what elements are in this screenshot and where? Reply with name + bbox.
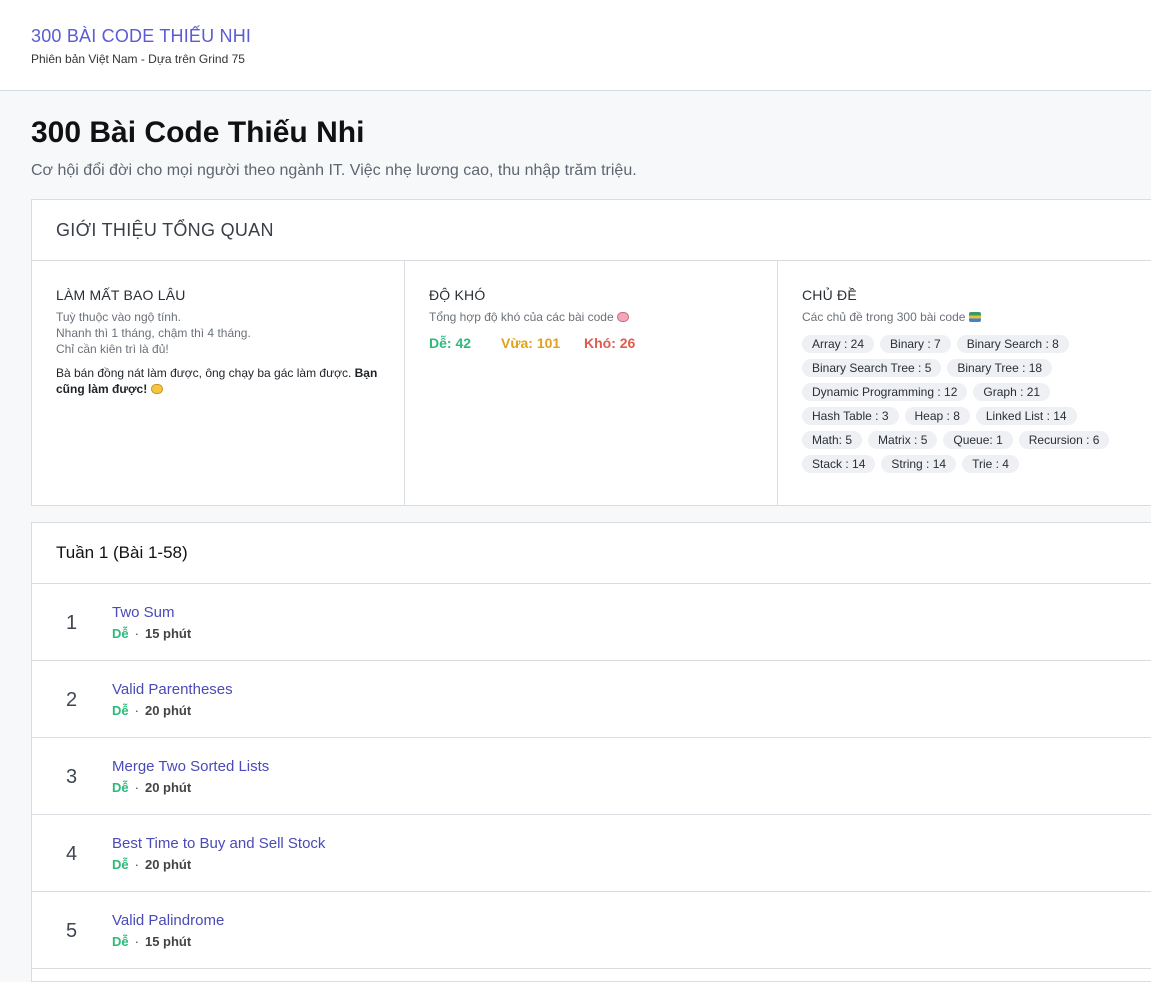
duration-line: Chỉ cần kiên trì là đủ!: [56, 342, 169, 356]
meta-separator: ·: [134, 780, 139, 795]
brand-subtitle: Phiên bản Việt Nam - Dựa trên Grind 75: [31, 52, 245, 66]
duration-title: LÀM MẤT BAO LÂU: [56, 287, 186, 303]
problem-row[interactable]: 1 Two Sum Dễ · 15 phút: [32, 584, 1151, 661]
topic-tag[interactable]: Math: 5: [802, 431, 863, 449]
topics-column: CHỦ ĐỀ Các chủ đề trong 300 bài code Arr…: [778, 261, 1151, 506]
topic-tag[interactable]: String : 14: [881, 455, 957, 473]
problem-time: 20 phút: [144, 857, 192, 872]
page-title: 300 Bài Code Thiếu Nhi: [31, 116, 365, 149]
problem-time: 20 phút: [144, 780, 192, 795]
topic-tag[interactable]: Heap : 8: [904, 407, 970, 425]
problem-difficulty: Dễ: [112, 857, 129, 872]
problem-meta: Dễ · 20 phút: [112, 703, 191, 718]
problem-link[interactable]: Best Time to Buy and Sell Stock: [112, 835, 325, 852]
top-bar: 300 BÀI CODE THIẾU NHI Phiên bản Việt Na…: [0, 0, 1151, 91]
difficulty-title: ĐỘ KHÓ: [429, 287, 486, 303]
overview-columns: LÀM MẤT BAO LÂU Tuỳ thuộc vào ngộ tính. …: [32, 261, 1151, 506]
page-description: Cơ hội đổi đời cho mọi người theo ngành …: [31, 162, 637, 179]
easy-count: Dễ: 42: [429, 335, 472, 351]
duration-line: Tuỳ thuộc vào ngộ tính.: [56, 310, 181, 324]
problem-number: 5: [66, 920, 78, 942]
overview-header: GIỚI THIỆU TỔNG QUAN: [32, 200, 1151, 261]
problem-difficulty: Dễ: [112, 626, 129, 641]
topic-tag[interactable]: Binary Search Tree : 5: [802, 359, 942, 377]
difficulty-counts: Dễ: 42 Vừa: 101 Khó: 26: [429, 335, 753, 351]
duration-line: Nhanh thì 1 tháng, chậm thì 4 tháng.: [56, 326, 251, 340]
topics-subtitle-text: Các chủ đề trong 300 bài code: [802, 310, 966, 324]
topics-subtitle: Các chủ đề trong 300 bài code: [802, 309, 1127, 325]
problem-time: 20 phút: [144, 703, 192, 718]
week-card: Tuần 1 (Bài 1-58) 1 Two Sum Dễ · 15 phút 2…: [31, 522, 1151, 982]
duration-column: LÀM MẤT BAO LÂU Tuỳ thuộc vào ngộ tính. …: [32, 261, 405, 506]
difficulty-subtitle: Tổng hợp độ khó của các bài code: [429, 309, 753, 325]
hard-count: Khó: 26: [584, 335, 636, 351]
meta-separator: ·: [134, 934, 139, 949]
problem-link[interactable]: Valid Palindrome: [112, 912, 224, 929]
week-header: Tuần 1 (Bài 1-58): [32, 523, 1151, 584]
problem-meta: Dễ · 20 phút: [112, 780, 191, 795]
problem-row[interactable]: 5 Valid Palindrome Dễ · 15 phút: [32, 892, 1151, 969]
topic-tag[interactable]: Recursion : 6: [1018, 431, 1110, 449]
topic-tag[interactable]: Binary : 7: [880, 335, 951, 353]
problem-row[interactable]: 2 Valid Parentheses Dễ · 20 phút: [32, 661, 1151, 738]
topic-tag[interactable]: Linked List : 14: [975, 407, 1077, 425]
meta-separator: ·: [134, 857, 139, 872]
brand-link[interactable]: 300 BÀI CODE THIẾU NHI: [31, 26, 251, 47]
problem-time: 15 phút: [144, 626, 192, 641]
quote-text: Bà bán đồng nát làm được, ông chạy ba gá…: [56, 366, 355, 380]
topic-tag[interactable]: Trie : 4: [962, 455, 1019, 473]
problem-link[interactable]: Valid Parentheses: [112, 681, 233, 698]
problem-difficulty: Dễ: [112, 703, 129, 718]
problem-row[interactable]: 3 Merge Two Sorted Lists Dễ · 20 phút: [32, 738, 1151, 815]
week-title: Tuần 1 (Bài 1-58): [56, 543, 188, 562]
topic-tag[interactable]: Dynamic Programming : 12: [802, 383, 968, 401]
problem-link[interactable]: Merge Two Sorted Lists: [112, 758, 269, 775]
topic-tag[interactable]: Graph : 21: [973, 383, 1051, 401]
problem-number: 3: [66, 766, 78, 788]
flexed-fist-icon: [150, 384, 163, 394]
problem-link[interactable]: Two Sum: [112, 604, 175, 621]
problem-number: 2: [66, 689, 78, 711]
overview-title: GIỚI THIỆU TỔNG QUAN: [56, 219, 274, 240]
meta-separator: ·: [134, 703, 139, 718]
meta-separator: ·: [134, 626, 139, 641]
difficulty-subtitle-text: Tổng hợp độ khó của các bài code: [429, 310, 614, 324]
duration-quote: Bà bán đồng nát làm được, ông chạy ba gá…: [56, 365, 381, 397]
problem-difficulty: Dễ: [112, 934, 129, 949]
topic-tags: Array : 24 Binary : 7 Binary Search : 8 …: [802, 335, 1132, 473]
problem-row[interactable]: 4 Best Time to Buy and Sell Stock Dễ · 20 …: [32, 815, 1151, 892]
problem-meta: Dễ · 20 phút: [112, 857, 191, 872]
topic-tag[interactable]: Hash Table : 3: [802, 407, 899, 425]
overview-card: GIỚI THIỆU TỔNG QUAN LÀM MẤT BAO LÂU Tuỳ…: [31, 199, 1151, 506]
topic-tag[interactable]: Queue: 1: [943, 431, 1013, 449]
topic-tag[interactable]: Stack : 14: [802, 455, 876, 473]
topic-tag[interactable]: Binary Tree : 18: [947, 359, 1053, 377]
topics-title: CHỦ ĐỀ: [802, 287, 857, 303]
problem-number: 1: [66, 612, 78, 634]
brain-icon: [617, 312, 630, 322]
topic-tag[interactable]: Binary Search : 8: [956, 335, 1069, 353]
problem-number: 4: [66, 843, 78, 865]
problem-time: 15 phút: [144, 934, 192, 949]
difficulty-column: ĐỘ KHÓ Tổng hợp độ khó của các bài code …: [405, 261, 778, 506]
problem-meta: Dễ · 15 phút: [112, 626, 191, 641]
topic-tag[interactable]: Matrix : 5: [868, 431, 938, 449]
problem-difficulty: Dễ: [112, 780, 129, 795]
medium-count: Vừa: 101: [501, 335, 561, 351]
problem-meta: Dễ · 15 phút: [112, 934, 191, 949]
books-icon: [968, 312, 981, 322]
topic-tag[interactable]: Array : 24: [802, 335, 875, 353]
